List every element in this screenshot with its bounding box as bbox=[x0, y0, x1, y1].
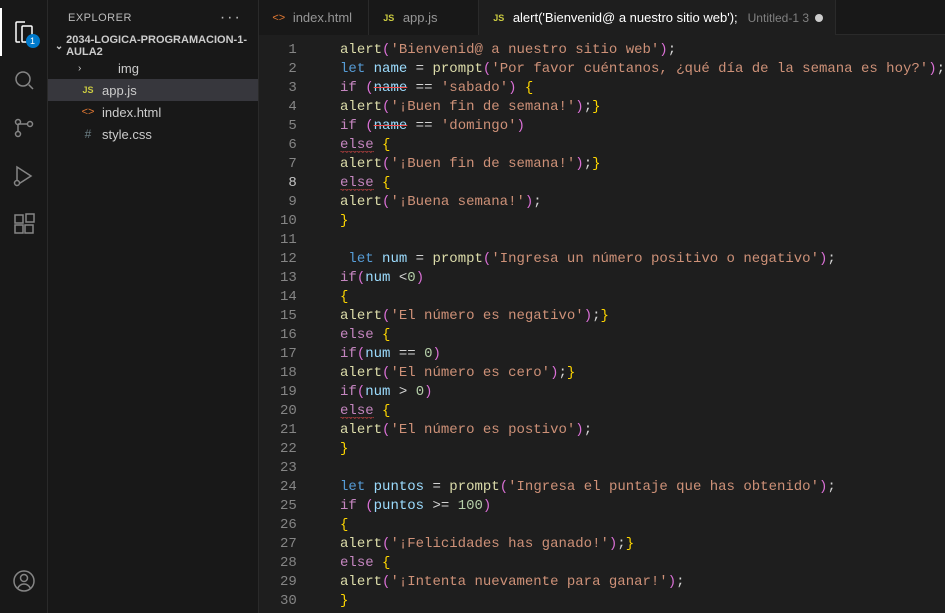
search-icon[interactable] bbox=[0, 56, 48, 104]
folder-root-label: 2034-LOGICA-PROGRAMACION-1-AULA2 bbox=[66, 34, 258, 58]
sidebar-title: Explorer bbox=[68, 12, 132, 24]
code-editor[interactable]: 1234567891011121314151617181920212223242… bbox=[259, 35, 945, 613]
tree-item-file[interactable]: <> index.html bbox=[48, 101, 258, 123]
tab-label: app.js bbox=[403, 10, 466, 25]
folder-root[interactable]: ⌄ 2034-LOGICA-PROGRAMACION-1-AULA2 bbox=[48, 35, 258, 57]
html-file-icon: <> bbox=[271, 12, 287, 24]
editor-area: <> index.html JS app.js JS alert('Bienve… bbox=[259, 0, 945, 613]
sidebar: Explorer ··· ⌄ 2034-LOGICA-PROGRAMACION-… bbox=[48, 0, 259, 613]
chevron-down-icon: ⌄ bbox=[52, 41, 66, 52]
run-debug-icon[interactable] bbox=[0, 152, 48, 200]
code-content[interactable]: alert('Bienvenid@ a nuestro sitio web');… bbox=[315, 41, 945, 613]
explorer-badge: 1 bbox=[26, 34, 40, 48]
file-tree: › img JS app.js <> index.html # style.cs… bbox=[48, 57, 258, 145]
explorer-icon[interactable]: 1 bbox=[0, 8, 48, 56]
js-file-icon: JS bbox=[80, 85, 96, 95]
sidebar-more-icon[interactable]: ··· bbox=[220, 9, 242, 27]
tree-item-label: style.css bbox=[102, 127, 152, 142]
line-number-gutter: 1234567891011121314151617181920212223242… bbox=[259, 41, 315, 613]
html-file-icon: <> bbox=[80, 106, 96, 118]
tab-label: alert('Bienvenid@ a nuestro sitio web'); bbox=[513, 10, 738, 25]
tree-item-file[interactable]: # style.css bbox=[48, 123, 258, 145]
tree-item-file[interactable]: JS app.js bbox=[48, 79, 258, 101]
css-file-icon: # bbox=[80, 127, 96, 141]
js-file-icon: JS bbox=[491, 13, 507, 23]
tab-label: index.html bbox=[293, 10, 356, 25]
tab-app-js[interactable]: JS app.js bbox=[369, 0, 479, 35]
tree-item-folder[interactable]: › img bbox=[48, 57, 258, 79]
tab-untitled[interactable]: JS alert('Bienvenid@ a nuestro sitio web… bbox=[479, 0, 836, 35]
accounts-icon[interactable] bbox=[0, 557, 48, 605]
tab-bar: <> index.html JS app.js JS alert('Bienve… bbox=[259, 0, 945, 35]
sidebar-header: Explorer ··· bbox=[48, 0, 258, 35]
tree-item-label: index.html bbox=[102, 105, 161, 120]
tree-item-label: app.js bbox=[102, 83, 137, 98]
tab-index-html[interactable]: <> index.html bbox=[259, 0, 369, 35]
activity-bar: 1 bbox=[0, 0, 48, 613]
extensions-icon[interactable] bbox=[0, 200, 48, 248]
js-file-icon: JS bbox=[381, 13, 397, 23]
dirty-indicator-icon bbox=[815, 14, 823, 22]
source-control-icon[interactable] bbox=[0, 104, 48, 152]
tab-secondary: Untitled-1 3 bbox=[744, 11, 809, 25]
tree-item-label: img bbox=[118, 61, 139, 76]
chevron-right-icon: › bbox=[78, 63, 90, 74]
